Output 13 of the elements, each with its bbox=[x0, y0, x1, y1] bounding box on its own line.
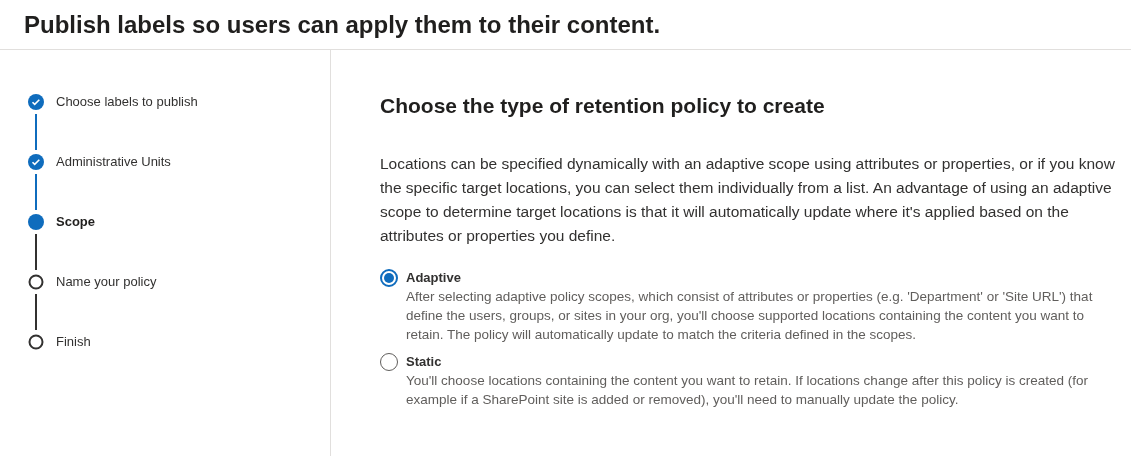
option-label[interactable]: Static bbox=[406, 351, 1115, 371]
option-label[interactable]: Adaptive bbox=[406, 267, 1115, 287]
option-description: You'll choose locations containing the content you want to retain. If locations change after this policy is created (for example if a SharePoint site is added or removed), you'll need to manually update the policy. bbox=[406, 371, 1089, 409]
step-label[interactable]: Scope bbox=[56, 212, 95, 232]
radio-button[interactable] bbox=[380, 268, 398, 287]
step-label[interactable]: Choose labels to publish bbox=[56, 92, 198, 112]
step-label[interactable]: Administrative Units bbox=[56, 152, 171, 172]
page-title: Publish labels so users can apply them to their content. bbox=[24, 9, 661, 40]
section-heading: Choose the type of retention policy to create bbox=[380, 93, 826, 119]
intro-paragraph: Locations can be specified dynamically with an adaptive scope using attributes or properties, or if you know the specific target locations, you can select them individually from a list. An advantage of using an adaptive scope to determine target locations is that it will automatically update where it's applied based on the attributes or properties you define. bbox=[380, 153, 1115, 246]
option-description: After selecting adaptive policy scopes, which consist of attributes or properties (e.g. 'Department' or 'Site URL') that define the users, groups, or sites in your org, you'll choose supported locations containing the content you want to retain. The policy will automatically update to match the criteria defined in the scopes. bbox=[406, 287, 1094, 344]
step-label[interactable]: Name your policy bbox=[56, 272, 157, 292]
step-label[interactable]: Finish bbox=[56, 332, 91, 352]
